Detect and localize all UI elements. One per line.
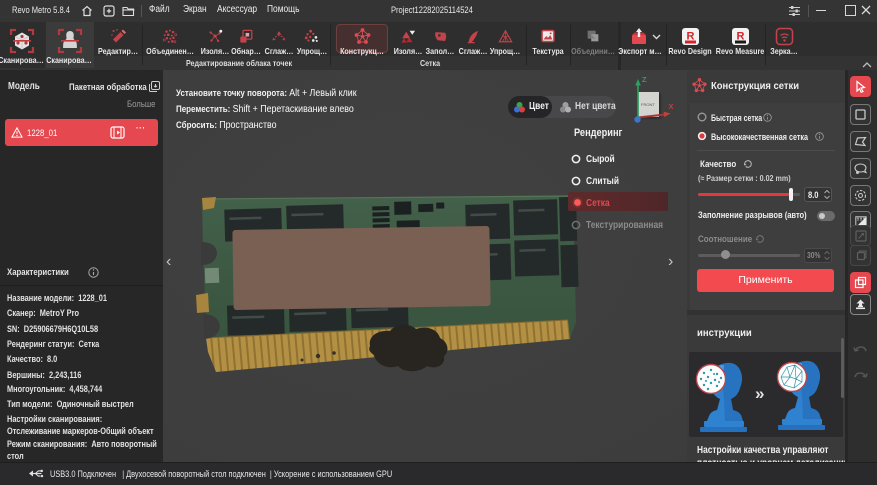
svg-text:X: X bbox=[669, 102, 674, 111]
svg-text:Z: Z bbox=[642, 75, 647, 84]
svg-text:»: » bbox=[755, 384, 764, 403]
